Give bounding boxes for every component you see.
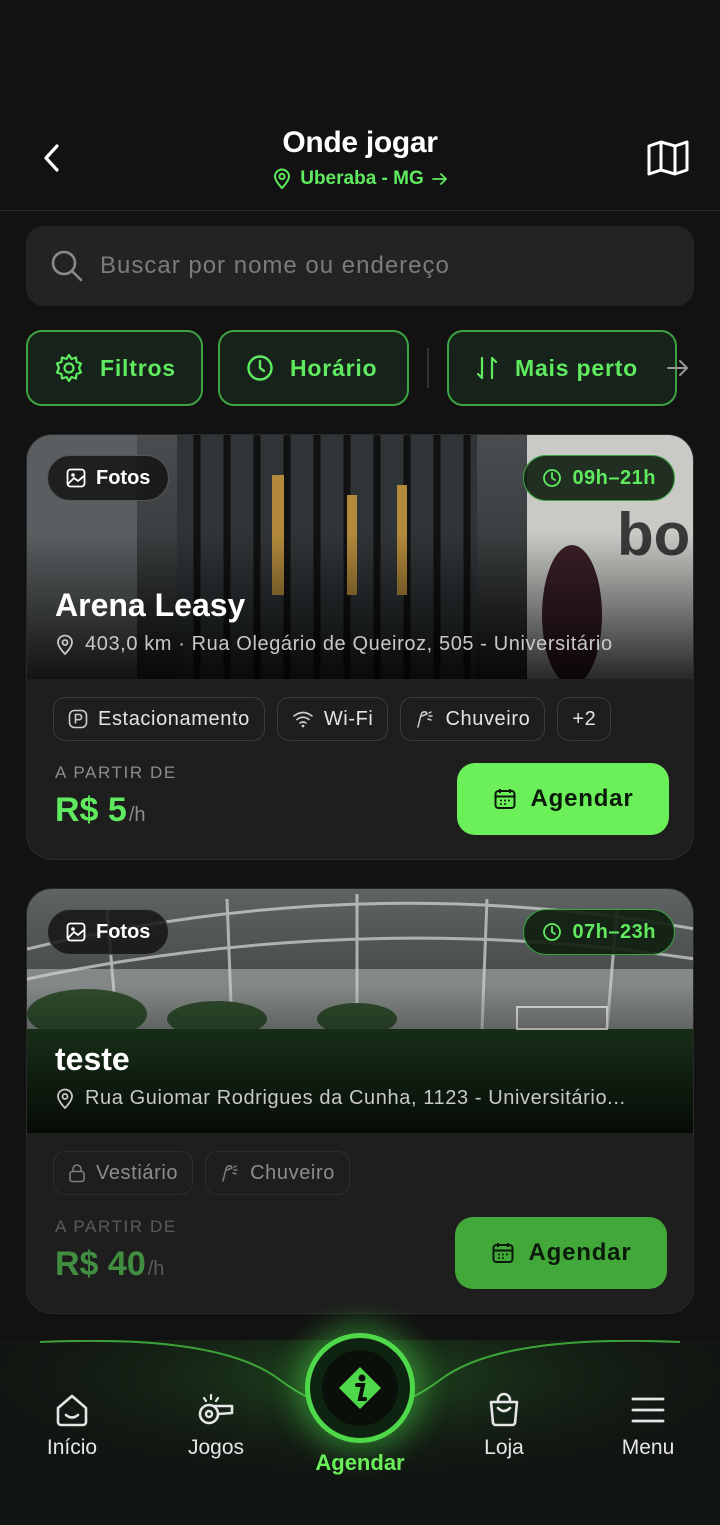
clock-icon: [543, 923, 562, 941]
amenity-label: Chuveiro: [445, 707, 531, 730]
nav-book-button[interactable]: [305, 1333, 415, 1443]
venue-address-text: 403,0 km · Rua Olegário de Queiroz, 505 …: [85, 633, 613, 655]
venue-address: Rua Guiomar Rodrigues da Cunha, 1123 - U…: [55, 1087, 626, 1110]
amenity-label: Vestiário: [96, 1161, 179, 1184]
search-icon: [51, 250, 83, 282]
arrow-right-icon: [667, 360, 688, 376]
photos-label: Fotos: [96, 920, 151, 943]
price: R$ 40/h: [55, 1245, 164, 1284]
sort-icon: [476, 356, 498, 380]
scroll-right-button[interactable]: [666, 352, 696, 384]
location-pin-icon: [57, 634, 73, 655]
venue-card[interactable]: bo Fotos 09h–21h Arena Leasy 403,0 km · …: [26, 434, 694, 860]
location-label: Uberaba - MG: [300, 168, 424, 189]
parking-icon: [68, 709, 88, 729]
venue-photo[interactable]: Fotos 07h–23h teste Rua Guiomar Rodrigue…: [27, 889, 693, 1133]
amenity-wifi: Wi-Fi: [276, 697, 389, 741]
more-amenities[interactable]: +2: [557, 697, 612, 741]
amenity-label: Chuveiro: [250, 1161, 335, 1184]
header: Onde jogar Uberaba - MG: [0, 0, 720, 211]
more-amenities-label: +2: [572, 707, 597, 730]
page-title: Onde jogar: [282, 126, 438, 159]
search-input[interactable]: [100, 252, 640, 280]
nav-menu-label: Menu: [621, 1436, 675, 1459]
chip-divider: [427, 348, 429, 388]
shower-icon: [417, 711, 434, 728]
location-selector[interactable]: Uberaba - MG: [0, 168, 720, 190]
time-chip[interactable]: Horário: [218, 330, 409, 406]
hours-badge: 09h–21h: [523, 455, 675, 501]
sort-label: Mais perto: [515, 354, 639, 381]
hamburger-menu-icon: [631, 1397, 665, 1423]
clock-icon: [543, 469, 562, 487]
price-value: R$ 5: [55, 791, 127, 829]
amenities-list: Estacionamento Wi-Fi Chuveiro +2: [53, 697, 612, 741]
location-pin-icon: [274, 168, 291, 190]
image-icon: [66, 922, 86, 942]
venue-name: teste: [55, 1041, 130, 1077]
venue-name: Arena Leasy: [55, 587, 246, 623]
calendar-icon: [492, 1243, 514, 1263]
map-button[interactable]: [644, 136, 692, 180]
arrow-right-icon: [431, 173, 447, 185]
amenity-shower: Chuveiro: [400, 697, 546, 741]
amenity-locker-room: Vestiário: [53, 1151, 194, 1195]
price-label: A PARTIR DE: [55, 1217, 177, 1236]
venue-photo[interactable]: bo Fotos 09h–21h Arena Leasy 403,0 km · …: [27, 435, 693, 679]
venue-card[interactable]: Fotos 07h–23h teste Rua Guiomar Rodrigue…: [26, 888, 694, 1314]
time-label: Horário: [290, 354, 378, 381]
photos-label: Fotos: [96, 466, 151, 489]
sort-chip[interactable]: Mais perto: [447, 330, 677, 406]
amenity-label: Wi-Fi: [323, 707, 374, 730]
calendar-icon: [494, 789, 516, 809]
filters-chip[interactable]: Filtros: [26, 330, 203, 406]
info-leaf-icon: [339, 1367, 381, 1409]
book-label: Agendar: [528, 1239, 632, 1266]
filters-label: Filtros: [100, 354, 176, 381]
amenity-parking: Estacionamento: [53, 697, 265, 741]
map-icon: [647, 140, 689, 176]
amenity-label: Estacionamento: [98, 707, 250, 730]
photos-button[interactable]: Fotos: [47, 455, 170, 501]
amenities-list: Vestiário Chuveiro: [53, 1151, 350, 1195]
clock-icon: [247, 355, 273, 381]
book-button[interactable]: Agendar: [457, 763, 669, 835]
book-label: Agendar: [530, 785, 634, 812]
home-icon: [56, 1394, 88, 1427]
hours-label: 09h–21h: [572, 466, 656, 489]
nav-menu[interactable]: Menu: [588, 1392, 708, 1460]
search-bar[interactable]: [26, 226, 694, 306]
venue-address-text: Rua Guiomar Rodrigues da Cunha, 1123 - U…: [85, 1087, 626, 1109]
price: R$ 5/h: [55, 791, 146, 830]
photos-button[interactable]: Fotos: [47, 909, 170, 955]
nav-store-label: Loja: [484, 1436, 524, 1459]
price-unit: /h: [128, 804, 146, 826]
amenity-shower: Chuveiro: [205, 1151, 350, 1195]
book-button[interactable]: Agendar: [455, 1217, 667, 1289]
price-value: R$ 40: [55, 1245, 146, 1283]
gear-icon: [55, 353, 83, 383]
book-fab: [322, 1350, 398, 1426]
image-icon: [66, 468, 86, 488]
hours-label: 07h–23h: [572, 920, 656, 943]
nav-store[interactable]: Loja: [444, 1392, 564, 1460]
wifi-icon: [293, 711, 313, 728]
location-pin-icon: [57, 1088, 73, 1109]
venue-address: 403,0 km · Rua Olegário de Queiroz, 505 …: [55, 633, 613, 656]
shopping-bag-icon: [489, 1392, 519, 1427]
price-unit: /h: [147, 1258, 165, 1280]
hours-badge: 07h–23h: [523, 909, 675, 955]
shower-icon: [222, 1165, 238, 1182]
price-label: A PARTIR DE: [55, 763, 177, 782]
whistle-icon: [198, 1393, 234, 1425]
lock-icon: [69, 1164, 85, 1183]
